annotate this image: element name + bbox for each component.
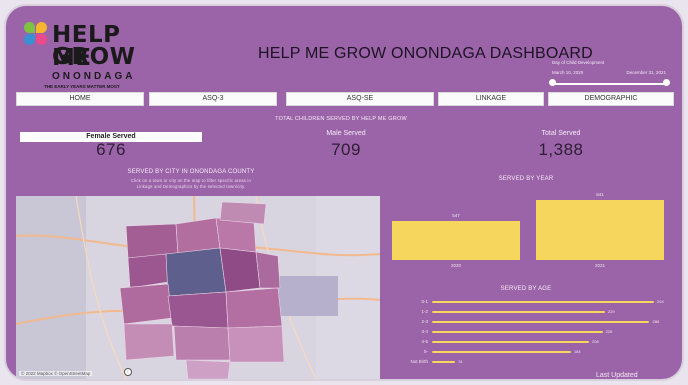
male-served-label: Male Served xyxy=(326,130,366,137)
map-title: SERVED BY CITY IN ONONDAGA COUNTY xyxy=(127,169,255,175)
map-attribution: © 2022 Mapbox © OpenStreetMap xyxy=(19,371,93,376)
age-bar[interactable] xyxy=(432,331,603,333)
nav-linkage-button[interactable]: LINKAGE xyxy=(438,92,544,106)
logo-tagline: THE EARLY YEARS MATTER MOST xyxy=(44,84,120,89)
totals-section-title: TOTAL CHILDREN SERVED BY HELP ME GROW xyxy=(275,116,407,122)
age-bar-row[interactable]: Not Birth 31 xyxy=(398,359,668,365)
map-region-onondaga xyxy=(167,291,229,329)
slider-end-handle[interactable] xyxy=(662,79,670,86)
age-bar-value: 31 xyxy=(458,359,463,364)
slider-label: Day of Child Development xyxy=(552,60,605,65)
flower-icon xyxy=(24,22,50,48)
age-bar-value: 288 xyxy=(652,319,660,324)
slider-track[interactable] xyxy=(552,83,666,85)
age-bar[interactable] xyxy=(432,351,571,353)
map-region-lafayette xyxy=(173,325,231,361)
age-bar-label: 5- xyxy=(423,349,428,354)
map-info-icon[interactable]: i xyxy=(124,368,132,376)
map-subtitle-2: Linkage and Demographics by the selected… xyxy=(136,184,246,189)
age-bar-label: 3-4 xyxy=(421,329,428,334)
age-bar-row[interactable]: 2-3 288 xyxy=(398,319,668,325)
age-bar[interactable] xyxy=(432,301,654,303)
logo-line-2: GROW xyxy=(52,44,136,70)
map-region-pompey xyxy=(227,325,285,363)
map-region-baldwinsville xyxy=(125,223,179,259)
age-bar-value: 226 xyxy=(605,329,613,334)
slider-start-date: March 10, 2020 xyxy=(552,70,584,75)
age-bar[interactable] xyxy=(432,311,605,313)
slider-end-date: December 31, 2021 xyxy=(626,70,666,75)
year-bar[interactable] xyxy=(536,200,664,260)
year-bar-label: 2021 xyxy=(594,263,605,268)
help-me-grow-logo: HELP ME GROW ONONDAGA THE EARLY YEARS MA… xyxy=(22,16,142,96)
map-region-manlius xyxy=(225,287,283,329)
map-region-dewitt xyxy=(219,247,261,293)
male-served-value: 709 xyxy=(331,140,361,159)
map-region-marcellus xyxy=(123,323,175,361)
age-bar-label: Not Birth xyxy=(410,359,428,364)
total-served-label: Total Served xyxy=(541,130,581,137)
age-bar[interactable] xyxy=(432,341,590,343)
map-region-cicero xyxy=(215,217,257,253)
year-bar-value: 547 xyxy=(452,212,460,218)
map-region-east-syracuse xyxy=(255,251,281,289)
nav-demographic-button[interactable]: DEMOGRAPHIC xyxy=(548,92,674,106)
map-subtitle-1: Click on a town or city on the map to fi… xyxy=(130,178,252,183)
dashboard-frame: HELP ME GROW ONONDAGA THE EARLY YEARS MA… xyxy=(6,6,682,379)
year-bar-value: 841 xyxy=(596,192,604,197)
age-bar-value: 184 xyxy=(573,349,581,354)
age-bar[interactable] xyxy=(432,361,456,363)
nav-asq3-button[interactable]: ASQ-3 xyxy=(149,92,277,106)
age-bar-row[interactable]: 1-2 229 xyxy=(398,309,668,315)
age-bar-row[interactable]: 0-1 294 xyxy=(398,299,668,305)
age-bar-row[interactable]: 5- 184 xyxy=(398,349,668,355)
year-chart-title: SERVED BY YEAR xyxy=(498,176,554,182)
map-region-geddes xyxy=(127,253,169,289)
age-bar-value: 294 xyxy=(657,299,664,304)
age-bar-label: 1-2 xyxy=(421,309,428,314)
year-bar[interactable] xyxy=(392,220,520,260)
age-bar-value: 208 xyxy=(592,339,599,344)
page-title: HELP ME GROW ONONDAGA DASHBOARD xyxy=(258,45,593,62)
map-region-syracuse xyxy=(165,247,227,297)
age-bar-row[interactable]: 4-5 208 xyxy=(398,339,668,345)
nav-asqse-button[interactable]: ASQ-SE xyxy=(286,92,434,106)
female-served-value: 676 xyxy=(96,140,126,159)
map-region-camillus xyxy=(119,283,173,325)
nav-home-button[interactable]: HOME xyxy=(16,92,144,106)
age-chart-title: SERVED BY AGE xyxy=(500,286,552,292)
map-region-brewerton xyxy=(219,201,267,225)
year-bar-label: 2020 xyxy=(450,263,461,268)
age-bar-label: 2-3 xyxy=(421,319,428,324)
age-bar-row[interactable]: 3-4 226 xyxy=(398,329,668,335)
logo-line-3: ONONDAGA xyxy=(52,71,136,82)
last-updated-label: Last Updated xyxy=(596,372,638,379)
onondaga-county-map[interactable]: © 2022 Mapbox © OpenStreetMap i xyxy=(16,196,380,379)
slider-start-handle[interactable] xyxy=(548,79,556,86)
age-bar-value: 229 xyxy=(607,309,615,314)
total-served-value: 1,388 xyxy=(538,140,584,159)
age-bar[interactable] xyxy=(432,321,650,323)
age-bar-label: 4-5 xyxy=(421,339,428,344)
age-bar-label: 0-1 xyxy=(421,299,428,304)
map-region-tully xyxy=(185,359,231,379)
